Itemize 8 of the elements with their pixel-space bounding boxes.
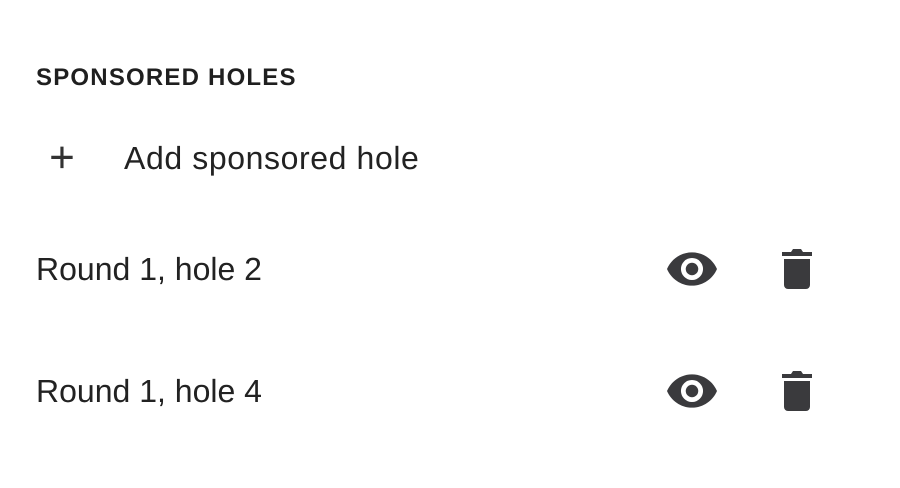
view-icon[interactable]: [667, 252, 717, 286]
hole-label: Round 1, hole 2: [36, 250, 263, 289]
add-sponsored-hole-button[interactable]: Add sponsored hole: [124, 134, 420, 182]
view-icon[interactable]: [667, 374, 717, 408]
delete-icon[interactable]: [782, 371, 812, 411]
section-heading: SPONSORED HOLES: [36, 63, 298, 93]
delete-icon[interactable]: [782, 249, 812, 289]
hole-label: Round 1, hole 4: [36, 372, 263, 411]
